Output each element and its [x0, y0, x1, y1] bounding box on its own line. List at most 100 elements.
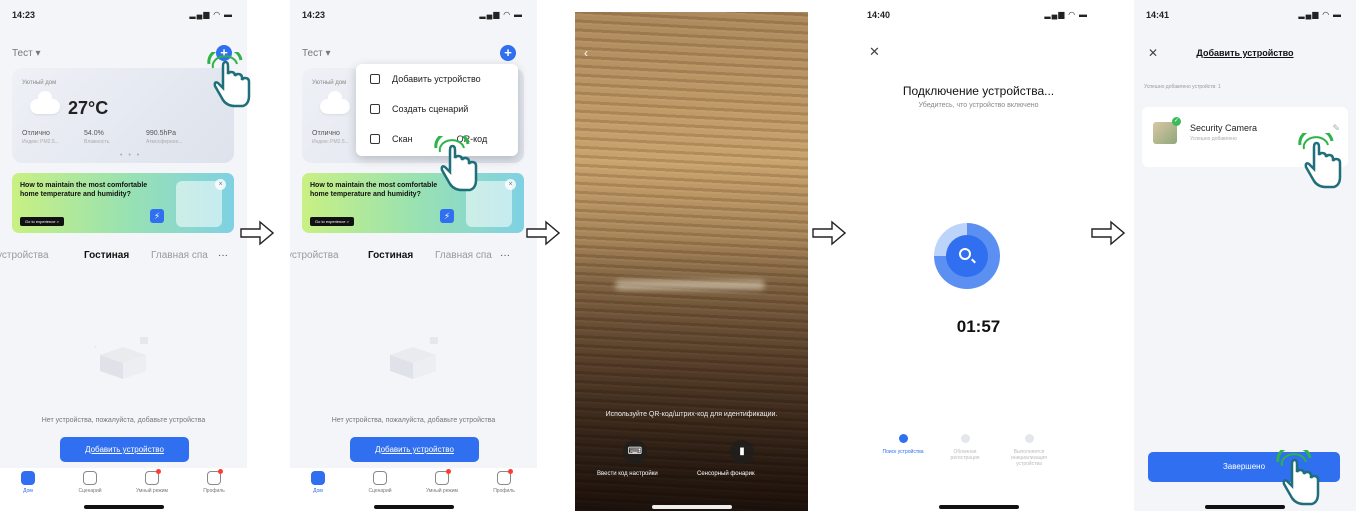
- status-time: 14:23: [302, 10, 326, 20]
- screen-device-added: 14:41 ▂▄▆ ◠ ▬ ✕ Добавить устройство Успе…: [1134, 0, 1356, 511]
- screen-qr-scanner: ‹ Используйте QR-код/штрих-код для идент…: [575, 12, 808, 511]
- back-icon[interactable]: ‹: [584, 46, 588, 60]
- promo-banner[interactable]: How to maintain the most comfortable hom…: [302, 173, 524, 233]
- tab-label: Дом: [313, 488, 323, 494]
- tab-scenario[interactable]: Сценарий: [62, 471, 118, 494]
- step-label: Поиск устройства: [882, 449, 924, 455]
- menu-create-scenario[interactable]: Создать сценарий: [356, 94, 518, 124]
- close-icon[interactable]: ✕: [869, 44, 880, 60]
- tab-devices[interactable]: устройства: [0, 250, 49, 261]
- home-indicator: [651, 505, 732, 509]
- tab-home[interactable]: Дом: [0, 471, 56, 494]
- tab-living-room[interactable]: Гостиная: [84, 250, 129, 261]
- tab-profile[interactable]: Профиль: [186, 469, 242, 494]
- status-time: 14:41: [1146, 10, 1170, 20]
- add-plus-button[interactable]: +: [500, 45, 516, 61]
- status-bar: 14:23 ▂▄▆ ◠ ▬: [12, 8, 233, 22]
- added-count: Успешно добавлено устройств: 1: [1144, 84, 1221, 90]
- tab-label: Дом: [23, 488, 33, 494]
- banner-button[interactable]: Go to experience >: [20, 217, 64, 226]
- more-icon[interactable]: ···: [218, 250, 228, 261]
- home-selector[interactable]: Тест ▾: [302, 48, 331, 59]
- smart-icon: [145, 469, 161, 485]
- menu-label: Добавить устройство: [392, 74, 481, 84]
- connecting-title: Подключение устройства...: [902, 84, 1055, 98]
- profile-icon: [207, 469, 223, 485]
- empty-message: Нет устройства, пожалуйста, добавьте уст…: [331, 417, 496, 424]
- tab-smart[interactable]: Умный режим: [124, 469, 180, 494]
- flashlight-button[interactable]: Сенсорный фонарик: [697, 471, 755, 477]
- close-icon[interactable]: ×: [505, 179, 516, 190]
- signal-icon: ▂▄▆ ◠ ▬: [479, 10, 523, 19]
- menu-label: Создать сценарий: [392, 104, 469, 114]
- signal-icon: ▂▄▆ ◠ ▬: [1044, 10, 1088, 19]
- bolt-icon: ⚡: [440, 209, 454, 223]
- tab-label: Сценарий: [368, 488, 392, 494]
- add-device-button[interactable]: Добавить устройство: [60, 437, 189, 462]
- device-icon: [370, 74, 380, 84]
- more-icon[interactable]: ···: [500, 250, 510, 261]
- step-cloud: Облачная регистрация: [943, 434, 987, 461]
- status-time: 14:23: [12, 10, 36, 20]
- tab-devices[interactable]: устройства: [290, 250, 339, 261]
- close-icon[interactable]: ×: [215, 179, 226, 190]
- scenario-icon: [83, 471, 97, 485]
- home-indicator: [938, 505, 1019, 509]
- connection-steps: Поиск устройства Облачная регистрация Вы…: [881, 434, 1051, 494]
- banner-button[interactable]: Go to experience >: [310, 217, 354, 226]
- arrow-right-icon: [526, 220, 560, 246]
- status-bar: 14:23 ▂▄▆ ◠ ▬: [302, 8, 523, 22]
- device-illustration: [176, 181, 222, 227]
- step-label: Облачная регистрация: [950, 449, 980, 461]
- metric-label: Индекс PM2.5...: [22, 139, 59, 145]
- tab-label: Профиль: [203, 488, 225, 494]
- cloud-icon: [320, 91, 350, 114]
- countdown-timer: 01:57: [956, 317, 1001, 336]
- page-title: Добавить устройство: [1196, 48, 1294, 58]
- tab-scenario[interactable]: Сценарий: [352, 471, 408, 494]
- empty-box-icon: [390, 337, 438, 379]
- svg-text:+: +: [94, 345, 98, 351]
- page-dots: • • •: [120, 152, 142, 159]
- scan-hint: Используйте QR-код/штрих-код для идентиф…: [605, 411, 778, 418]
- tap-hand-icon: [1276, 450, 1320, 506]
- home-indicator: [83, 505, 164, 509]
- weather-metric: 990.5hPa Атмосферное...: [146, 130, 182, 145]
- banner-title: How to maintain the most comfortable hom…: [310, 182, 438, 198]
- menu-add-device[interactable]: Добавить устройство: [356, 64, 518, 94]
- empty-message: Нет устройства, пожалуйста, добавьте уст…: [41, 417, 206, 424]
- arrow-right-icon: [1091, 220, 1125, 246]
- searching-spinner: [934, 223, 1000, 289]
- tab-home[interactable]: Дом: [290, 471, 346, 494]
- status-bar: 14:41 ▂▄▆ ◠ ▬: [1146, 8, 1342, 22]
- tab-living-room[interactable]: Гостиная: [368, 250, 413, 261]
- arrow-right-icon: [240, 220, 274, 246]
- smart-icon: [435, 469, 451, 485]
- scenario-icon: [370, 104, 380, 114]
- step-search: Поиск устройства: [881, 434, 925, 455]
- tab-main-bedroom[interactable]: Главная спа: [151, 250, 208, 261]
- weather-card[interactable]: Уютный дом 27°C Отлично Индекс PM2.5... 5…: [12, 68, 234, 163]
- keyboard-icon[interactable]: ⌨: [623, 440, 647, 464]
- home-selector[interactable]: Тест ▾: [12, 48, 41, 59]
- flashlight-icon[interactable]: ▮: [730, 440, 754, 464]
- weather-metric: 54.0% Влажность: [84, 130, 109, 145]
- promo-banner[interactable]: How to maintain the most comfortable hom…: [12, 173, 234, 233]
- add-device-button[interactable]: Добавить устройство: [350, 437, 479, 462]
- tab-main-bedroom[interactable]: Главная спа: [435, 250, 492, 261]
- step-dot: [898, 434, 908, 443]
- home-indicator: [373, 505, 454, 509]
- weather-metric: Отлично Индекс PM2.5...: [22, 130, 59, 145]
- tap-hand-icon: [1298, 133, 1342, 189]
- status-time: 14:40: [867, 10, 891, 20]
- tab-label: Умный режим: [135, 488, 168, 494]
- enter-code-button[interactable]: Ввести код настройки: [597, 471, 658, 477]
- metric-label: Индекс PM2.5...: [312, 139, 349, 145]
- signal-icon: ▂▄▆ ◠ ▬: [1298, 10, 1342, 19]
- metric-value: Отлично: [312, 130, 340, 137]
- tab-smart[interactable]: Умный режим: [414, 469, 470, 494]
- tab-label: Сценарий: [78, 488, 102, 494]
- screen-connecting: 14:40 ▂▄▆ ◠ ▬ ✕ Подключение устройства..…: [855, 0, 1102, 511]
- metric-label: Влажность: [84, 139, 110, 145]
- tab-profile[interactable]: Профиль: [476, 469, 532, 494]
